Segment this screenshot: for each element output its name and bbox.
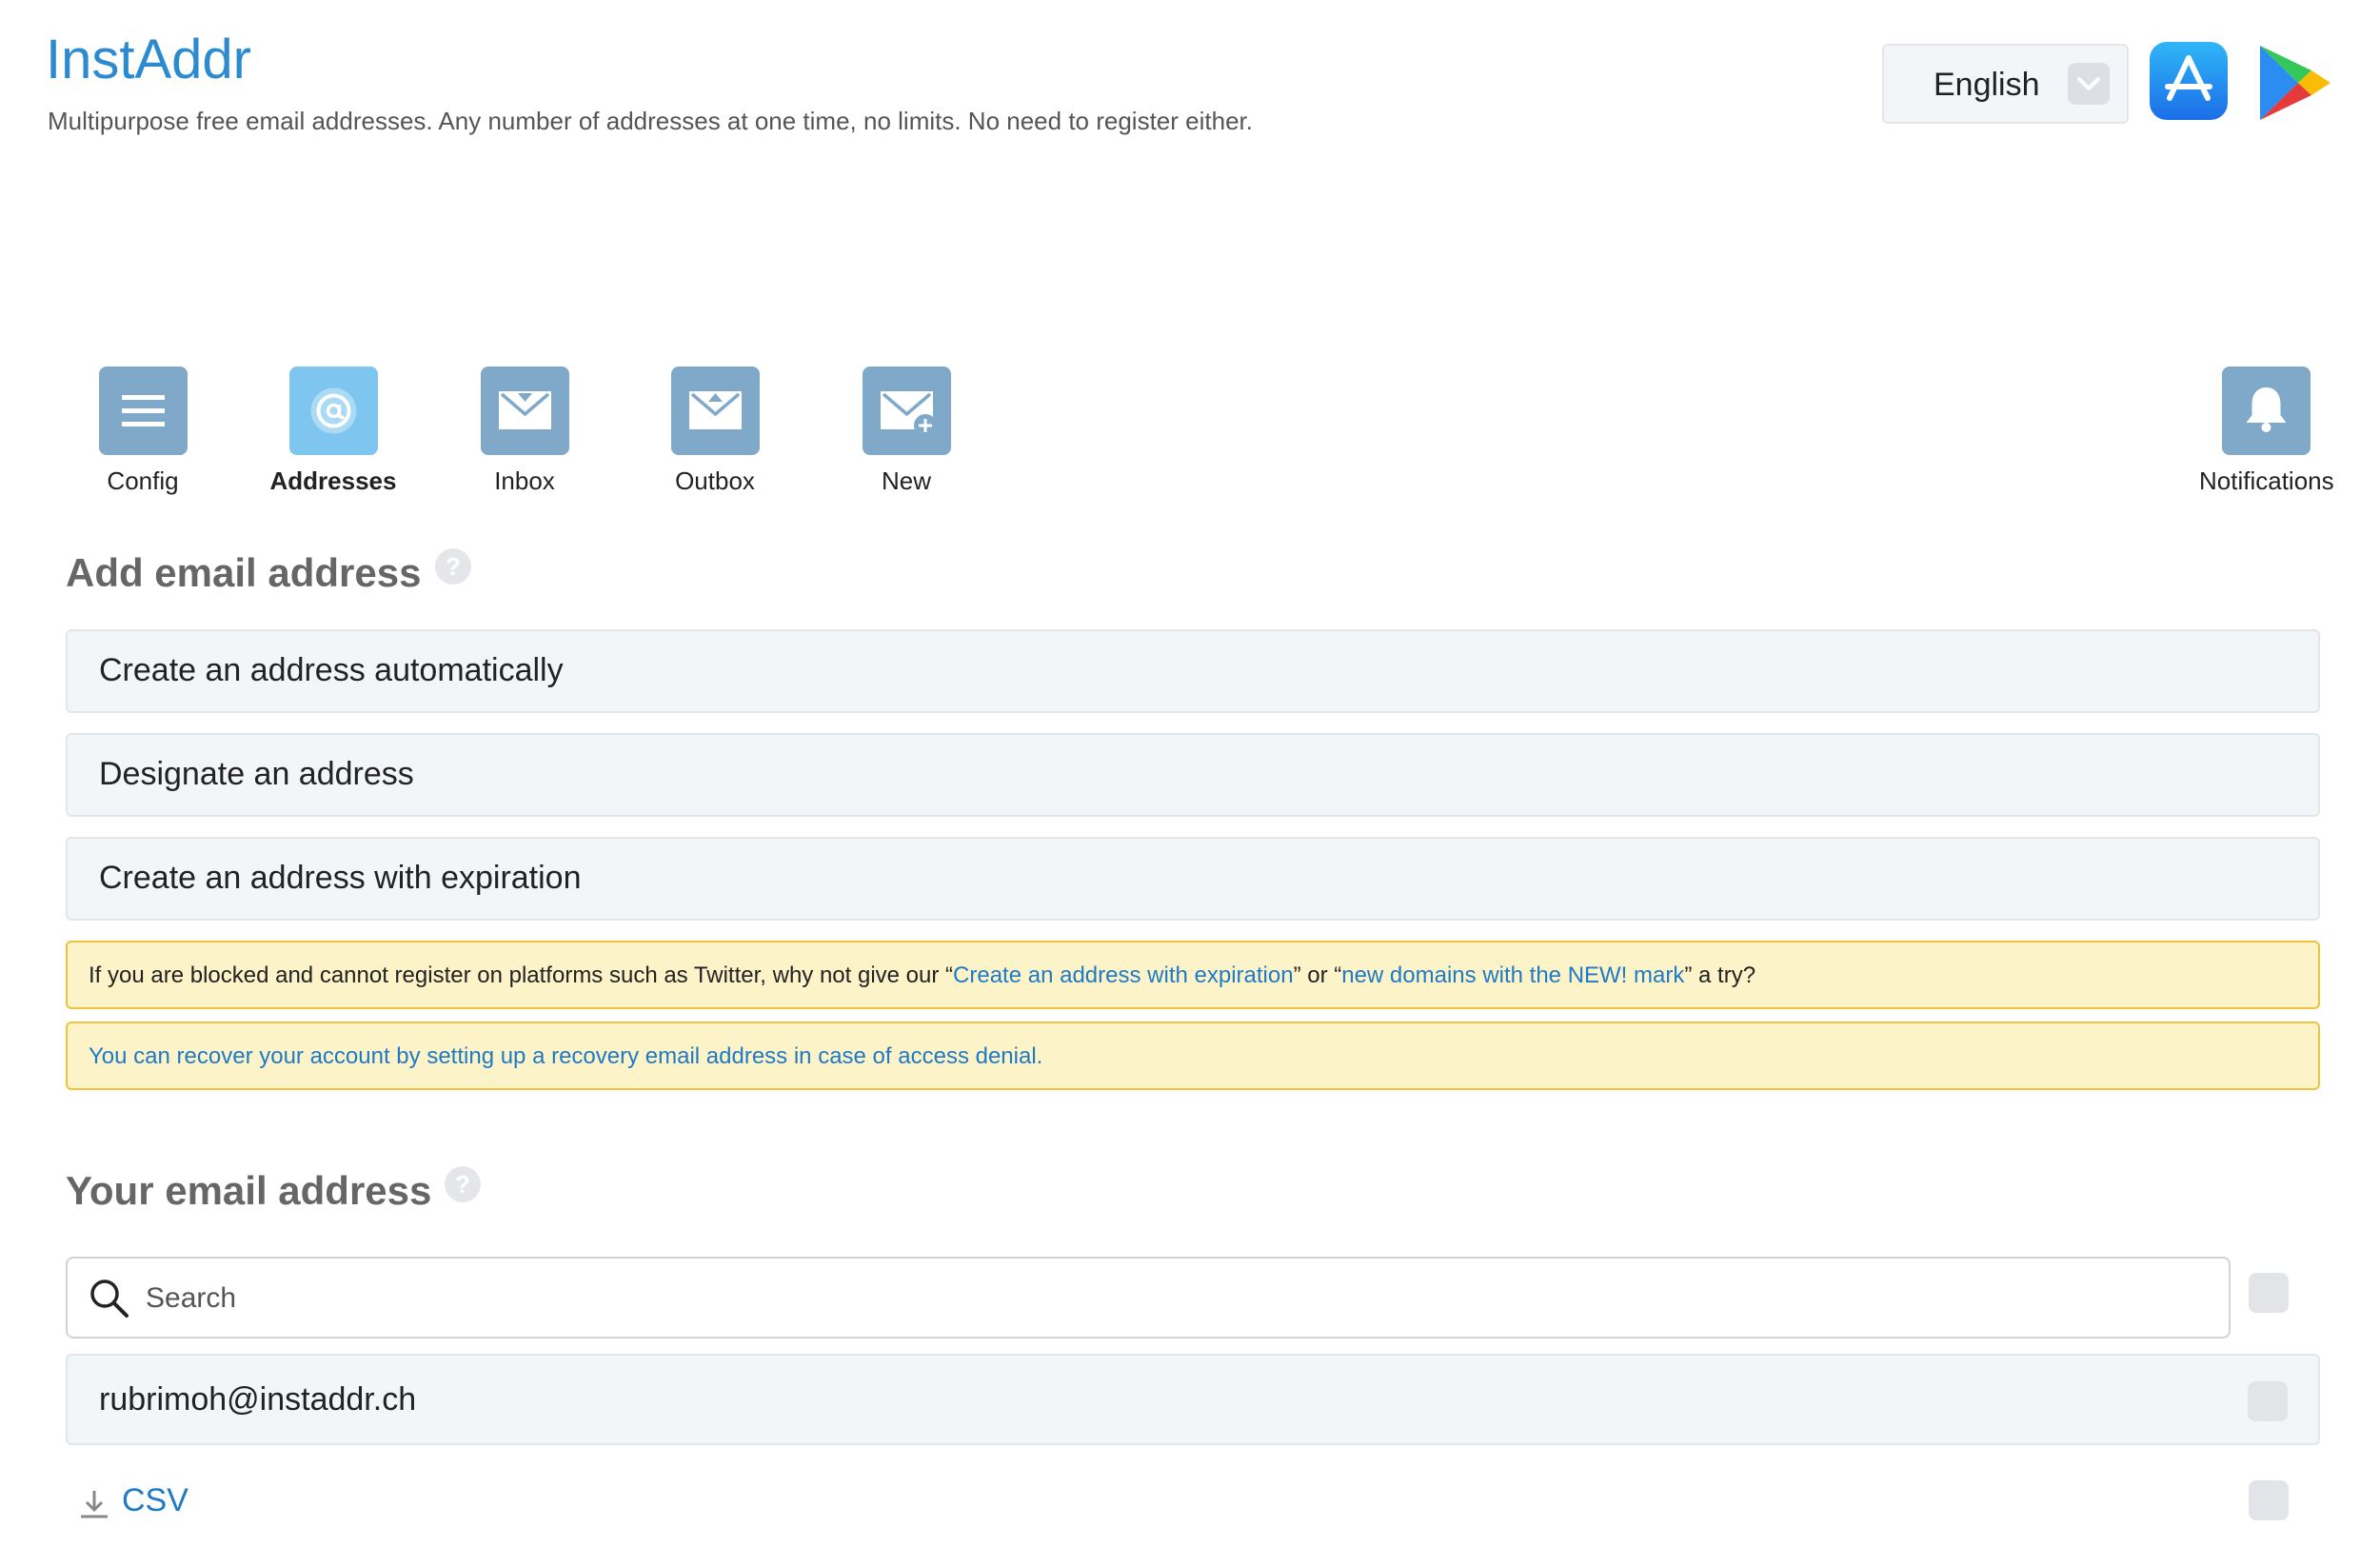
nav-notifications-label: Notifications <box>2199 466 2334 495</box>
new-domains-link[interactable]: new domains with the NEW! mark <box>1341 962 1684 988</box>
nav-inbox-label: Inbox <box>494 466 555 495</box>
google-play-icon[interactable] <box>2254 42 2334 124</box>
language-select[interactable]: English <box>1882 44 2129 124</box>
nav-notifications[interactable]: Notifications <box>2199 367 2334 496</box>
search-icon <box>90 1279 129 1318</box>
language-selected-value: English <box>1934 67 2040 103</box>
address-list-item[interactable]: rubrimoh@instaddr.ch <box>66 1354 2320 1445</box>
help-icon[interactable]: ? <box>434 547 472 585</box>
csv-checkbox[interactable] <box>2249 1480 2289 1520</box>
blocked-notice-text: If you are blocked and cannot register o… <box>89 962 954 988</box>
recovery-notice: You can recover your account by setting … <box>66 1022 2320 1090</box>
address-checkbox[interactable] <box>2248 1381 2288 1421</box>
tagline: Multipurpose free email addresses. Any n… <box>48 107 1253 135</box>
outbox-mail-icon <box>670 367 760 455</box>
address-text: rubrimoh@instaddr.ch <box>99 1381 417 1418</box>
nav-new-label: New <box>881 466 931 495</box>
nav-config[interactable]: Config <box>76 367 209 496</box>
svg-text:?: ? <box>455 1170 470 1199</box>
nav-addresses-label: Addresses <box>269 466 397 495</box>
nav-new[interactable]: New <box>840 367 973 496</box>
create-auto-option[interactable]: Create an address automatically <box>66 629 2320 713</box>
create-auto-label: Create an address automatically <box>99 652 564 688</box>
svg-text:?: ? <box>446 552 461 581</box>
app-title[interactable]: InstAddr <box>46 32 251 88</box>
app-store-icon[interactable] <box>2150 42 2228 120</box>
blocked-notice-mid: ” or “ <box>1293 962 1342 988</box>
inbox-mail-icon <box>480 367 569 455</box>
recovery-link[interactable]: You can recover your account by setting … <box>89 1043 1042 1070</box>
nav-addresses[interactable]: Addresses <box>267 367 400 496</box>
nav-inbox[interactable]: Inbox <box>458 367 591 496</box>
designate-address-label: Designate an address <box>99 756 414 792</box>
chevron-down-icon <box>2068 63 2110 105</box>
expiration-link[interactable]: Create an address with expiration <box>953 962 1294 988</box>
csv-label: CSV <box>122 1482 188 1518</box>
nav-outbox[interactable]: Outbox <box>648 367 782 496</box>
your-address-heading: Your email address <box>66 1168 432 1213</box>
bell-icon <box>2221 367 2311 455</box>
search-input[interactable] <box>144 1272 2194 1325</box>
menu-icon <box>98 367 188 455</box>
at-icon <box>288 367 378 455</box>
create-expiration-label: Create an address with expiration <box>99 860 582 896</box>
designate-address-option[interactable]: Designate an address <box>66 733 2320 817</box>
new-mail-icon <box>862 367 951 455</box>
create-expiration-option[interactable]: Create an address with expiration <box>66 837 2320 921</box>
blocked-notice-end: ” a try? <box>1684 962 1756 988</box>
search-box[interactable] <box>66 1257 2231 1339</box>
blocked-notice: If you are blocked and cannot register o… <box>66 941 2320 1009</box>
help-icon[interactable]: ? <box>444 1165 482 1203</box>
nav-outbox-label: Outbox <box>675 466 755 495</box>
nav-config-label: Config <box>107 466 179 495</box>
add-address-heading: Add email address <box>66 550 422 595</box>
select-all-checkbox[interactable] <box>2249 1273 2289 1313</box>
download-icon <box>81 1491 108 1518</box>
